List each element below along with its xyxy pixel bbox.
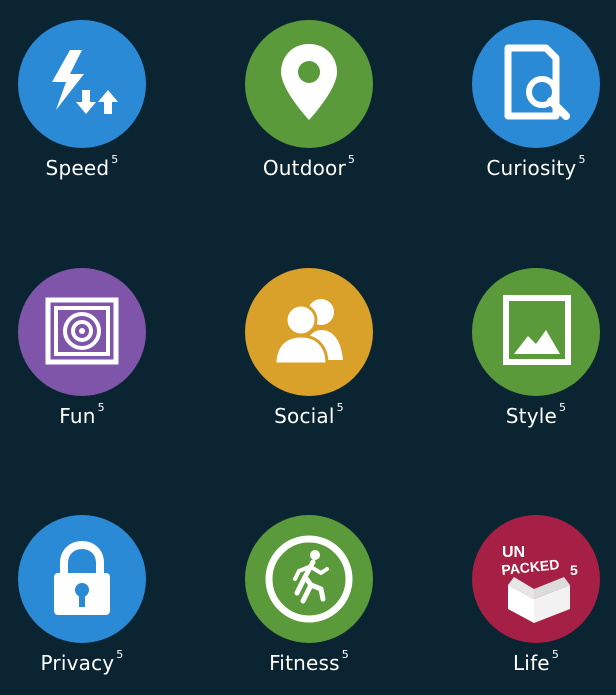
tile-label: Style [505,404,558,428]
padlock-icon [18,515,146,643]
tile-superscript: 5 [116,648,124,661]
tile-superscript: 5 [578,153,586,166]
tile-superscript: 5 [336,401,344,414]
tile-social[interactable]: Social 5 [219,268,399,448]
lightning-bolt-arrows-icon [18,20,146,148]
tile-superscript: 5 [97,401,105,414]
map-pin-icon [245,20,373,148]
tile-outdoor[interactable]: Outdoor 5 [219,20,399,200]
document-magnifier-icon [472,20,600,148]
tile-fitness[interactable]: Fitness 5 [219,515,399,695]
tile-label: Privacy [40,651,115,675]
concentric-frames-icon [18,268,146,396]
tile-privacy[interactable]: Privacy 5 [0,515,172,695]
app-grid-screen: { "colors": { "background": "#0b2431", "… [0,0,616,695]
tile-label: Speed [45,156,110,180]
tile-label: Curiosity [486,156,577,180]
picture-frame-icon [472,268,600,396]
tile-superscript: 5 [551,648,560,661]
tile-label: Outdoor [262,156,346,180]
unpacked-text-un: UN [502,544,525,561]
tile-superscript: 5 [341,648,349,661]
tile-fun[interactable]: Fun 5 [0,268,172,448]
tile-superscript: 5 [347,153,356,166]
tile-speed[interactable]: Speed 5 [0,20,172,200]
people-icon [245,268,373,396]
tile-superscript: 5 [559,401,567,414]
unpacked-text-five: 5 [570,562,578,578]
tile-curiosity[interactable]: Curiosity 5 [446,20,616,200]
tile-label: Fun [59,404,96,428]
runner-icon [245,515,373,643]
unpacked-box-icon: UN PACKED 5 [472,515,600,643]
tile-label: Fitness [269,651,340,675]
tile-life[interactable]: UN PACKED 5 Life 5 [446,515,616,695]
tile-label: Life [512,651,550,675]
tile-style[interactable]: Style 5 [446,268,616,448]
tile-label: Social [274,404,335,428]
tile-superscript: 5 [111,153,119,166]
